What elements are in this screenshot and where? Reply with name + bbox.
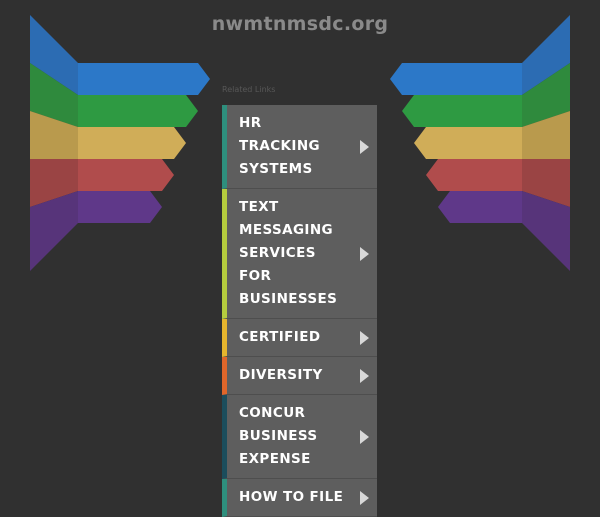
arrow-right-icon (360, 139, 369, 154)
arrow-right-icon (360, 368, 369, 383)
related-links-label: Related Links (222, 85, 276, 94)
arrow-right-icon (360, 490, 369, 505)
related-link-label: CONCUR BUSINESS EXPENSE (239, 405, 318, 467)
related-link-label: CERTIFIED (239, 329, 321, 345)
right-wing (390, 15, 570, 271)
related-link-label: DIVERSITY (239, 367, 323, 383)
related-link-button[interactable]: HOW TO FILE (222, 479, 377, 517)
arrow-right-icon (360, 429, 369, 444)
related-links-list: HR TRACKING SYSTEMS TEXT MESSAGING SERVIC… (222, 105, 377, 517)
related-link-button[interactable]: CONCUR BUSINESS EXPENSE (222, 395, 377, 479)
related-link-button[interactable]: HR TRACKING SYSTEMS (222, 105, 377, 189)
related-link-label: HOW TO FILE (239, 489, 344, 505)
related-link-label: TEXT MESSAGING SERVICES FOR BUSINESSES (239, 199, 338, 307)
arrow-right-icon (360, 330, 369, 345)
arrow-right-icon (360, 246, 369, 261)
related-link-button[interactable]: DIVERSITY (222, 357, 377, 395)
related-link-label: HR TRACKING SYSTEMS (239, 115, 321, 177)
left-wing (30, 15, 210, 271)
related-link-button[interactable]: CERTIFIED (222, 319, 377, 357)
related-link-button[interactable]: TEXT MESSAGING SERVICES FOR BUSINESSES (222, 189, 377, 319)
